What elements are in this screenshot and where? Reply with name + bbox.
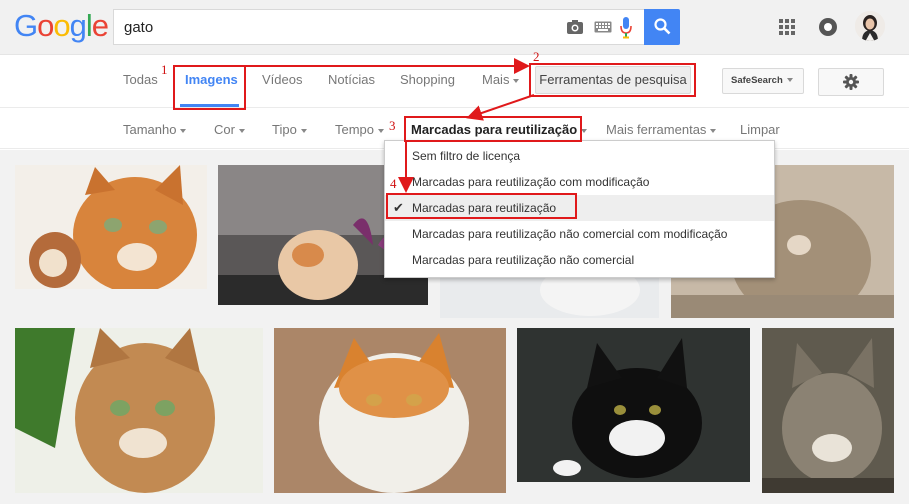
avatar-image	[855, 11, 885, 41]
gear-icon	[843, 74, 859, 90]
image-result[interactable]	[15, 328, 263, 493]
logo-letter-g: G	[14, 8, 38, 43]
cat-photo	[762, 328, 894, 493]
safesearch-button[interactable]: SafeSearch	[722, 68, 804, 94]
image-result[interactable]	[15, 165, 207, 289]
search-input[interactable]: gato	[113, 9, 644, 45]
chevron-down-icon	[513, 78, 520, 83]
screenshot-root: Google gato Todas Imagens Vídeos Notícia…	[0, 0, 909, 504]
menu-item-label: Marcadas para reutilização não comercial…	[412, 227, 728, 241]
menu-item-no-license-filter[interactable]: Sem filtro de licença	[385, 143, 774, 169]
filter-more-tools-label: Mais ferramentas	[606, 122, 707, 137]
menu-item-label: Marcadas para reutilização com modificaç…	[412, 175, 650, 189]
image-result[interactable]	[517, 328, 750, 482]
chevron-down-icon	[710, 128, 717, 133]
annotation-box-usage-rights	[404, 116, 582, 142]
menu-item-reuse-with-modification[interactable]: Marcadas para reutilização com modificaç…	[385, 169, 774, 195]
microphone-icon[interactable]	[620, 17, 632, 39]
image-result[interactable]	[274, 328, 506, 493]
logo-letter-o1: o	[37, 8, 54, 43]
menu-item-label: Marcadas para reutilização não comercial	[412, 253, 635, 267]
filter-size-label: Tamanho	[123, 122, 177, 137]
menu-item-noncommercial-reuse[interactable]: Marcadas para reutilização não comercial	[385, 247, 774, 273]
filter-color-label: Cor	[214, 122, 235, 137]
tab-news[interactable]: Notícias	[328, 72, 375, 87]
search-tabs-row: Todas Imagens Vídeos Notícias Shopping M…	[0, 56, 909, 108]
logo-letter-e: e	[91, 8, 109, 43]
chevron-down-icon	[581, 128, 588, 133]
annotation-number-2: 2	[533, 49, 540, 64]
cat-photo	[274, 328, 506, 493]
keyboard-icon[interactable]	[594, 21, 612, 33]
tab-videos[interactable]: Vídeos	[262, 72, 302, 87]
tab-more-label: Mais	[482, 72, 510, 87]
cat-photo	[15, 328, 263, 493]
top-bar: Google gato	[0, 0, 909, 55]
filter-time[interactable]: Tempo	[335, 122, 385, 137]
filter-more-tools[interactable]: Mais ferramentas	[606, 122, 717, 137]
logo-letter-g2: g	[69, 8, 87, 43]
tab-more[interactable]: Mais	[482, 72, 520, 87]
chevron-down-icon	[238, 128, 245, 133]
chevron-down-icon	[300, 128, 307, 133]
annotation-number-3: 3	[389, 118, 396, 133]
safesearch-label: SafeSearch	[731, 75, 783, 86]
filter-color[interactable]: Cor	[214, 122, 245, 137]
logo-letter-o2: o	[53, 8, 70, 43]
settings-button[interactable]	[818, 68, 884, 96]
annotation-number-1: 1	[161, 62, 168, 77]
annotation-box-images-tab	[173, 65, 246, 110]
annotation-box-search-tools	[529, 63, 696, 97]
cat-photo	[15, 165, 207, 289]
clear-filters-link[interactable]: Limpar	[740, 122, 780, 137]
camera-icon[interactable]	[566, 19, 584, 35]
filter-time-label: Tempo	[335, 122, 375, 137]
cat-photo	[517, 328, 750, 482]
search-query-text[interactable]: gato	[124, 19, 153, 36]
search-button[interactable]	[644, 9, 680, 45]
filter-type-label: Tipo	[272, 122, 297, 137]
avatar[interactable]	[855, 11, 885, 41]
image-result[interactable]	[762, 328, 894, 493]
menu-item-noncommercial-reuse-with-modification[interactable]: Marcadas para reutilização não comercial…	[385, 221, 774, 247]
tab-shopping[interactable]: Shopping	[400, 72, 455, 87]
tab-all[interactable]: Todas	[123, 72, 158, 87]
annotation-box-labeled-for-reuse	[386, 193, 577, 219]
filter-size[interactable]: Tamanho	[123, 122, 187, 137]
search-icon	[654, 18, 671, 35]
notifications-icon[interactable]	[819, 18, 837, 36]
chevron-down-icon	[786, 78, 793, 83]
filter-type[interactable]: Tipo	[272, 122, 307, 137]
menu-item-label: Sem filtro de licença	[412, 149, 521, 163]
google-logo[interactable]: Google	[14, 8, 109, 44]
apps-icon[interactable]	[779, 19, 795, 35]
chevron-down-icon	[180, 128, 187, 133]
annotation-number-4: 4	[390, 176, 397, 191]
chevron-down-icon	[378, 128, 385, 133]
